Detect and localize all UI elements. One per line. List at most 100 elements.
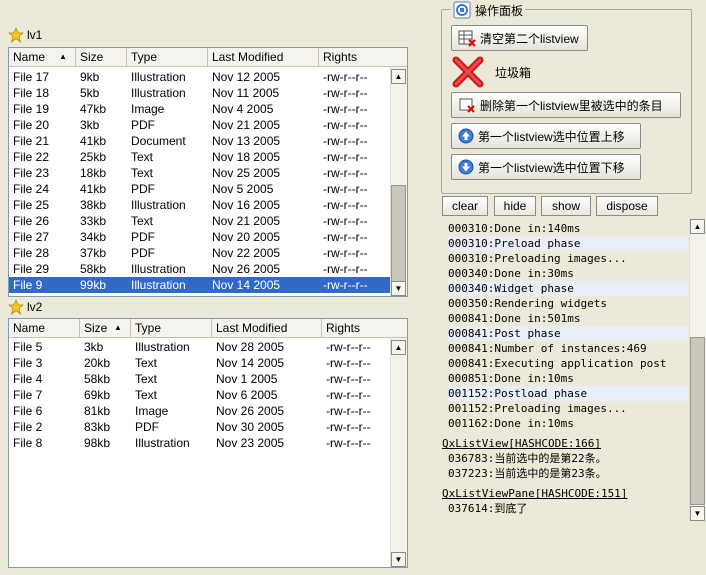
- table-cell: -rw-r--r--: [326, 340, 371, 354]
- lv1-scrollbar[interactable]: ▲ ▼: [390, 67, 407, 296]
- table-row[interactable]: File 22 25kb Text Nov 18 2005 -rw-r--r--: [9, 149, 390, 165]
- lv1-col-name[interactable]: Name ▲: [9, 48, 76, 66]
- table-cell: Illustration: [135, 340, 190, 354]
- table-cell: File 22: [13, 150, 50, 164]
- table-cell: Text: [135, 372, 158, 386]
- table-cell: PDF: [131, 246, 155, 260]
- table-cell: 99kb: [80, 278, 107, 292]
- log-line: 036783:当前选中的是第22条。: [448, 452, 607, 465]
- lv1-scroll-thumb[interactable]: [391, 185, 406, 295]
- table-cell: 81kb: [84, 404, 111, 418]
- table-cell: File 29: [13, 262, 50, 276]
- move-down-button[interactable]: 第一个listview选中位置下移: [451, 154, 641, 180]
- table-row[interactable]: File 26 33kb Text Nov 21 2005 -rw-r--r--: [9, 213, 390, 229]
- table-cell: -rw-r--r--: [323, 214, 368, 228]
- table-cell: File 17: [13, 70, 50, 84]
- table-row[interactable]: File 25 38kb Illustration Nov 16 2005 -rw-r-…: [9, 197, 390, 213]
- scroll-up-arrow-icon[interactable]: ▲: [391, 69, 406, 84]
- table-cell: -rw-r--r--: [326, 436, 371, 450]
- table-row[interactable]: File 6 81kb Image Nov 26 2005 -rw-r--r--: [9, 403, 390, 419]
- table-cell: 41kb: [80, 134, 107, 148]
- table-row[interactable]: File 9 99kb Illustration Nov 14 2005 -rw-r--…: [9, 277, 390, 293]
- table-row[interactable]: File 24 41kb PDF Nov 5 2005 -rw-r--r--: [9, 181, 390, 197]
- table-cell: 58kb: [84, 372, 111, 386]
- table-cell: File 2: [13, 420, 43, 434]
- table-row[interactable]: File 23 18kb Text Nov 25 2005 -rw-r--r--: [9, 165, 390, 181]
- lv2-col-modified[interactable]: Last Modified: [212, 319, 322, 337]
- log-line: 001152:Preloading images...: [448, 402, 627, 415]
- table-cell: Nov 28 2005: [216, 340, 285, 354]
- scroll-up-arrow-icon[interactable]: ▲: [391, 340, 406, 355]
- lv1-col-size[interactable]: Size: [76, 48, 127, 66]
- table-row[interactable]: File 21 41kb Document Nov 13 2005 -rw-r--r--: [9, 133, 390, 149]
- table-cell: Document: [131, 134, 186, 148]
- log-scrollbar[interactable]: ▲ ▼: [689, 219, 706, 521]
- scroll-down-arrow-icon[interactable]: ▼: [391, 281, 406, 296]
- table-cell: Nov 21 2005: [212, 214, 281, 228]
- delete-selected-button[interactable]: 删除第一个listview里被选中的条目: [451, 92, 681, 118]
- table-cell: Nov 11 2005: [212, 86, 280, 100]
- log-line: 000841:Number of instances:469: [448, 342, 647, 355]
- log-group-lines-1: 036783:当前选中的是第22条。 037223:当前选中的是第23条。: [442, 451, 688, 481]
- table-cell: Text: [135, 356, 158, 370]
- scroll-up-arrow-icon[interactable]: ▲: [690, 219, 705, 234]
- table-cell: 25kb: [80, 150, 107, 164]
- lv2-col-name[interactable]: Name: [9, 319, 80, 337]
- table-cell: -rw-r--r--: [323, 150, 368, 164]
- log-clear-button[interactable]: clear: [442, 196, 488, 216]
- log-dispose-button[interactable]: dispose: [596, 196, 658, 216]
- move-up-button[interactable]: 第一个listview选中位置上移: [451, 123, 641, 149]
- lv1-col-rights[interactable]: Rights: [319, 48, 390, 66]
- table-row[interactable]: File 17 9kb Illustration Nov 12 2005 -rw-r--…: [9, 69, 390, 85]
- log-show-button[interactable]: show: [541, 196, 591, 216]
- table-row[interactable]: File 8 98kb Illustration Nov 23 2005 -rw-r--…: [9, 435, 390, 451]
- table-row[interactable]: File 28 37kb PDF Nov 22 2005 -rw-r--r--: [9, 245, 390, 261]
- lv2-title-label: lv2: [27, 300, 43, 314]
- lv2-scrollbar[interactable]: ▲ ▼: [390, 338, 407, 567]
- log-scroll-thumb[interactable]: [690, 337, 705, 505]
- trash-drop-target[interactable]: 垃圾箱: [451, 54, 531, 90]
- table-cell: Nov 13 2005: [212, 134, 281, 148]
- listview-1[interactable]: Name ▲ Size Type Last Modified Rights Fil…: [8, 47, 408, 297]
- lv2-col-size[interactable]: Size ▲: [80, 319, 131, 337]
- lv2-col-type[interactable]: Type: [131, 319, 212, 337]
- log-line: 037614:到底了: [448, 502, 528, 515]
- listview-2[interactable]: Name Size ▲ Type Last Modified Rights Fil…: [8, 318, 408, 568]
- table-row[interactable]: File 27 34kb PDF Nov 20 2005 -rw-r--r--: [9, 229, 390, 245]
- table-cell: 33kb: [80, 214, 107, 228]
- debug-log[interactable]: 000310:Done in:140ms 000310:Preload phase…: [442, 221, 688, 521]
- lv2-col-rights[interactable]: Rights: [322, 319, 390, 337]
- table-cell: -rw-r--r--: [323, 118, 368, 132]
- table-cell: Text: [131, 166, 154, 180]
- table-cell: File 28: [13, 246, 50, 260]
- table-row[interactable]: File 19 47kb Image Nov 4 2005 -rw-r--r--: [9, 101, 390, 117]
- log-line: 000350:Rendering widgets: [448, 297, 607, 310]
- operation-panel-legend: 操作面板: [451, 0, 526, 20]
- table-row[interactable]: File 5 3kb Illustration Nov 28 2005 -rw-r--r…: [9, 339, 390, 355]
- table-row[interactable]: File 7 69kb Text Nov 6 2005 -rw-r--r--: [9, 387, 390, 403]
- scroll-down-arrow-icon[interactable]: ▼: [690, 506, 705, 521]
- lv1-col-modified[interactable]: Last Modified: [208, 48, 319, 66]
- log-group-title-1: QxListView[HASHCODE:166]: [442, 437, 601, 450]
- table-cell: Nov 6 2005: [216, 388, 278, 402]
- clear-lv2-button[interactable]: 清空第二个listview: [451, 25, 588, 51]
- table-cell: Illustration: [131, 262, 186, 276]
- table-cell: -rw-r--r--: [326, 388, 371, 402]
- table-cell: 38kb: [80, 198, 107, 212]
- table-row[interactable]: File 29 58kb Illustration Nov 26 2005 -rw-r-…: [9, 261, 390, 277]
- table-cell: Nov 1 2005: [216, 372, 278, 386]
- log-hide-button[interactable]: hide: [494, 196, 536, 216]
- log-group-lines-2: 037614:到底了: [442, 501, 688, 516]
- table-row[interactable]: File 18 5kb Illustration Nov 11 2005 -rw-r--…: [9, 85, 390, 101]
- sort-ascending-icon: ▲: [59, 52, 67, 61]
- table-row[interactable]: File 3 20kb Text Nov 14 2005 -rw-r--r--: [9, 355, 390, 371]
- table-row[interactable]: File 2 83kb PDF Nov 30 2005 -rw-r--r--: [9, 419, 390, 435]
- table-cell: Nov 4 2005: [212, 102, 274, 116]
- table-cell: File 4: [13, 372, 43, 386]
- lv1-col-type[interactable]: Type: [127, 48, 208, 66]
- table-cell: -rw-r--r--: [323, 262, 368, 276]
- table-row[interactable]: File 20 3kb PDF Nov 21 2005 -rw-r--r--: [9, 117, 390, 133]
- scroll-down-arrow-icon[interactable]: ▼: [391, 552, 406, 567]
- table-cell: Nov 26 2005: [216, 404, 285, 418]
- table-row[interactable]: File 4 58kb Text Nov 1 2005 -rw-r--r--: [9, 371, 390, 387]
